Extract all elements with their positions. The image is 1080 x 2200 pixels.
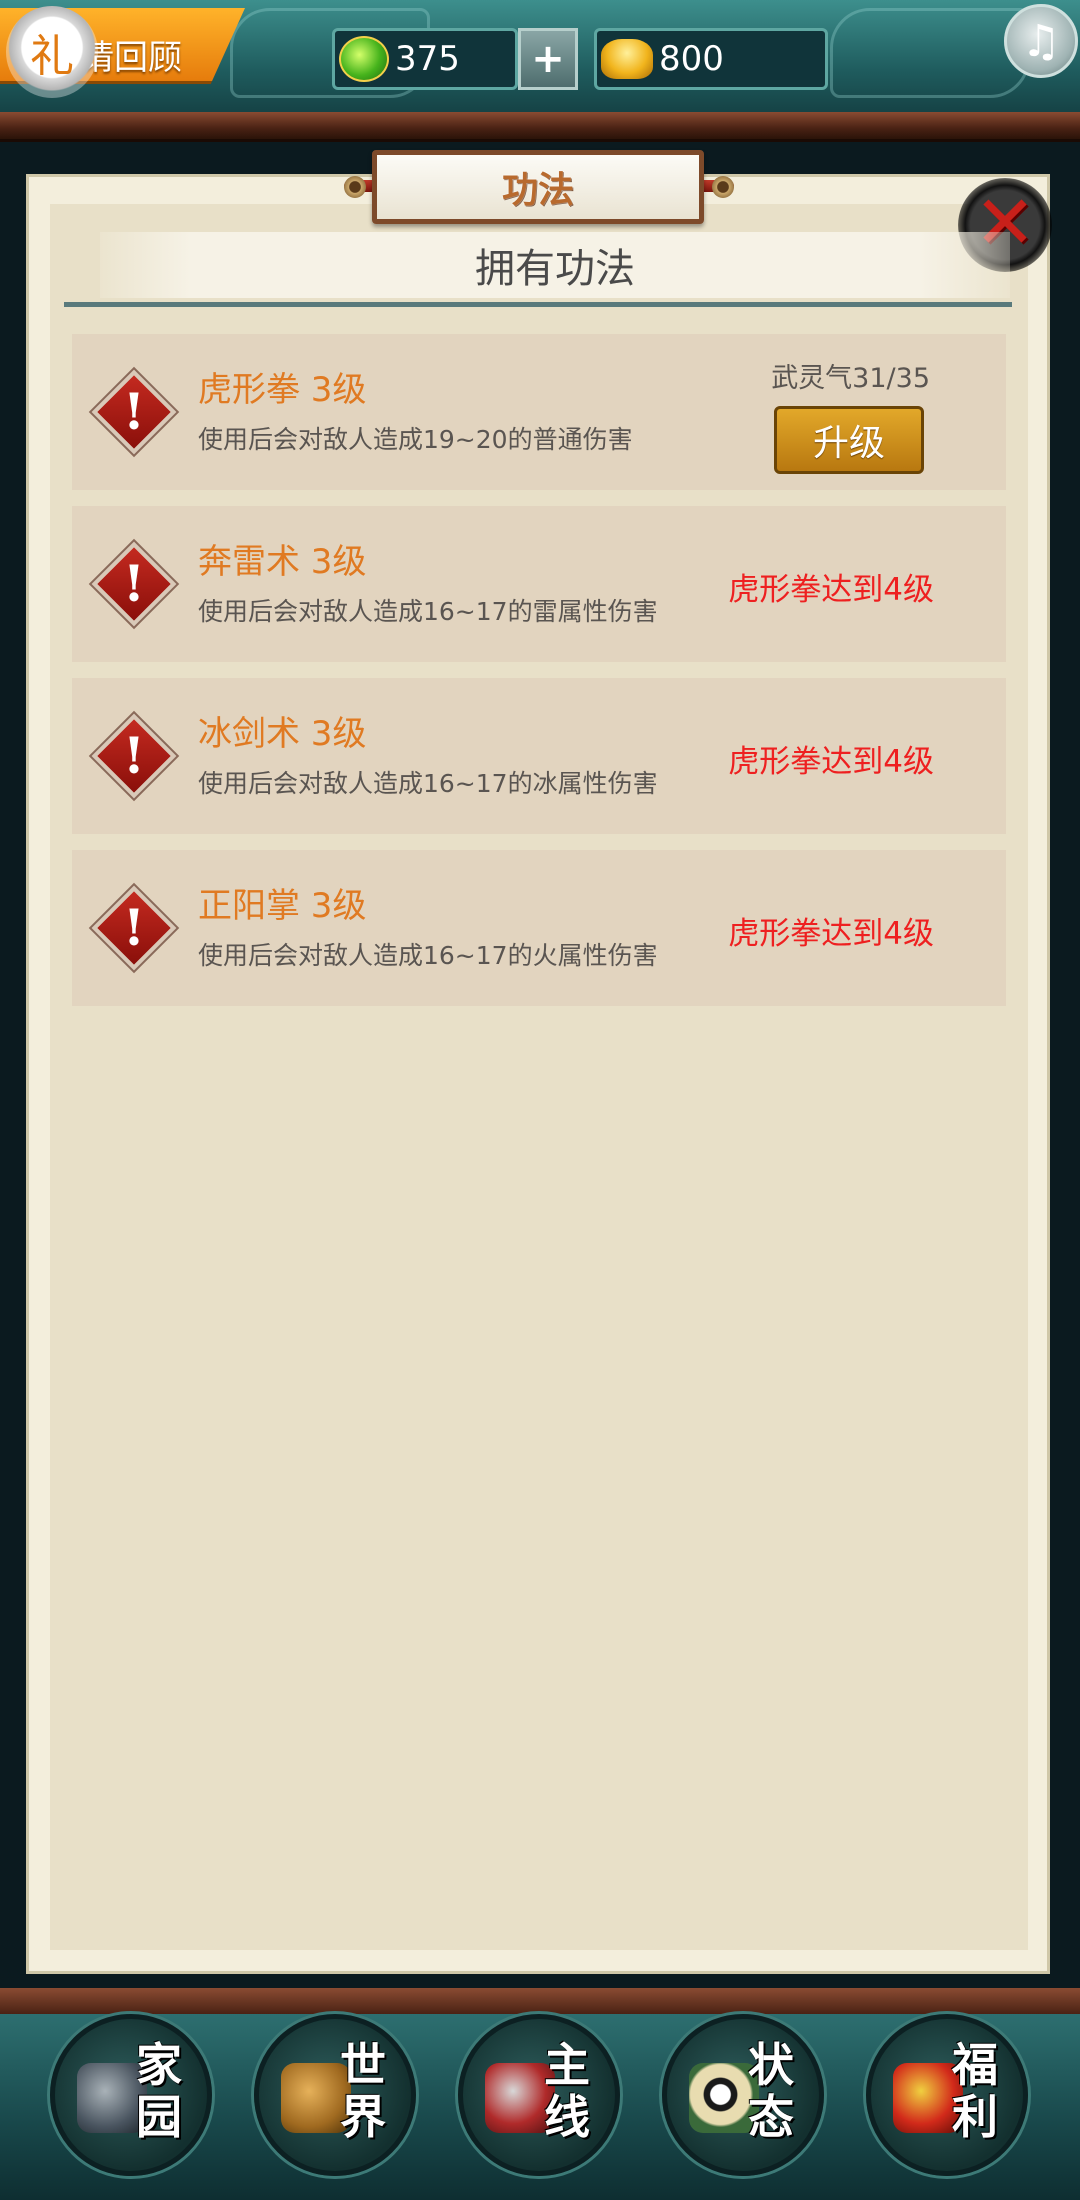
nav-main-quest[interactable]: 主线	[458, 2014, 620, 2176]
skill-name: 奔雷术 3级	[198, 542, 367, 582]
section-divider	[64, 302, 1012, 307]
top-bar-rim	[0, 112, 1080, 142]
skill-row[interactable]: ! 虎形拳 3级 使用后会对敌人造成19~20的普通伤害 武灵气31/35 升级	[72, 334, 1006, 490]
gift-icon[interactable]: 礼	[6, 6, 98, 98]
nav-world-label: 世界	[340, 2038, 386, 2144]
gold-ingot-icon	[601, 39, 653, 79]
nav-home[interactable]: 家园	[50, 2014, 212, 2176]
nav-welfare[interactable]: 福利	[866, 2014, 1028, 2176]
bottom-nav-rim	[0, 1988, 1080, 2014]
top-bar-ornament	[830, 8, 1030, 98]
skill-description: 使用后会对敌人造成16~17的火属性伤害	[198, 941, 658, 970]
jade-currency: 375	[332, 28, 518, 90]
nav-world[interactable]: 世界	[254, 2014, 416, 2176]
section-header-text: 拥有功法	[475, 246, 635, 292]
nav-status-label: 状态	[748, 2038, 794, 2144]
panel-title-text: 功法	[501, 170, 574, 211]
section-header: 拥有功法	[100, 232, 1010, 298]
skill-row[interactable]: ! 正阳掌 3级 使用后会对敌人造成16~17的火属性伤害 虎形拳达到4级	[72, 850, 1006, 1006]
jade-count: 375	[395, 39, 460, 79]
gift-icon-glyph: 礼	[30, 31, 74, 82]
skill-description: 使用后会对敌人造成16~17的冰属性伤害	[198, 769, 658, 798]
skill-alert-icon: !	[91, 713, 177, 799]
skill-description: 使用后会对敌人造成19~20的普通伤害	[198, 425, 633, 454]
recharge-plus-button[interactable]: +	[518, 28, 578, 90]
gold-currency: 800	[594, 28, 828, 90]
skill-row[interactable]: ! 冰剑术 3级 使用后会对敌人造成16~17的冰属性伤害 虎形拳达到4级	[72, 678, 1006, 834]
skill-row[interactable]: ! 奔雷术 3级 使用后会对敌人造成16~17的雷属性伤害 虎形拳达到4级	[72, 506, 1006, 662]
skill-description: 使用后会对敌人造成16~17的雷属性伤害	[198, 597, 658, 626]
plus-icon: +	[531, 36, 565, 82]
upgrade-button-label: 升级	[812, 423, 885, 464]
nav-main-quest-label: 主线	[544, 2038, 590, 2144]
skill-alert-icon: !	[91, 541, 177, 627]
music-toggle-icon[interactable]: ♫	[1004, 4, 1078, 78]
skill-alert-icon: !	[91, 885, 177, 971]
music-note-icon: ♫	[1021, 15, 1061, 67]
skill-requirement: 虎形拳达到4级	[728, 572, 934, 608]
skill-requirement: 虎形拳达到4级	[728, 916, 934, 952]
nav-welfare-label: 福利	[952, 2038, 998, 2144]
skill-requirement: 虎形拳达到4级	[728, 744, 934, 780]
upgrade-button[interactable]: 升级	[774, 406, 924, 474]
panel-title: 功法	[372, 150, 704, 224]
scroll-knob-left	[344, 176, 366, 198]
skill-name: 虎形拳 3级	[198, 370, 367, 410]
skill-name: 正阳掌 3级	[198, 886, 367, 926]
skill-energy: 武灵气31/35	[771, 363, 930, 394]
nav-home-label: 家园	[136, 2038, 182, 2144]
scroll-knob-right	[712, 176, 734, 198]
skill-alert-icon: !	[91, 369, 177, 455]
gold-count: 800	[659, 39, 724, 79]
nav-status[interactable]: 状态	[662, 2014, 824, 2176]
skill-name: 冰剑术 3级	[198, 714, 367, 754]
jade-icon	[339, 36, 389, 82]
